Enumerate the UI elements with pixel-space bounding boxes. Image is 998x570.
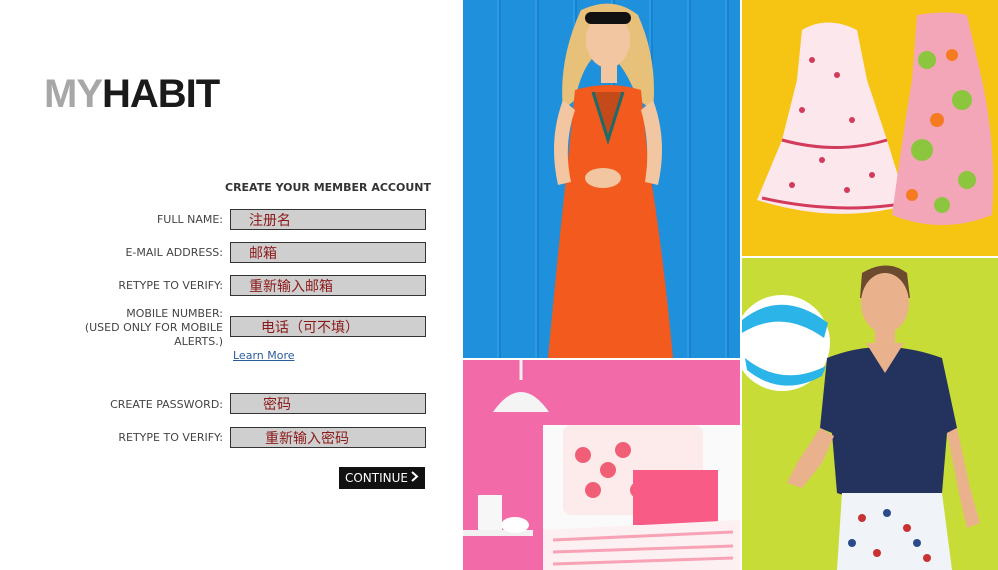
full-name-field[interactable] (230, 209, 426, 230)
create-password-field[interactable] (230, 393, 426, 414)
logo-name: HABIT (102, 72, 220, 116)
mobile-label: MOBILE NUMBER: (USED ONLY FOR MOBILE ALE… (85, 307, 223, 349)
retype-password-label: RETYPE TO VERIFY: (118, 431, 223, 444)
create-password-label: CREATE PASSWORD: (110, 398, 223, 411)
continue-label: CONTINUE (344, 471, 408, 485)
mobile-label-line-2: (USED ONLY FOR MOBILE (84, 321, 223, 334)
logo-prefix: MY (44, 72, 103, 116)
photo-divider-left (463, 358, 740, 360)
continue-button[interactable]: CONTINUE (339, 467, 425, 489)
retype-password-field[interactable] (230, 427, 426, 448)
mobile-label-line-1: MOBILE NUMBER: (126, 307, 223, 320)
mobile-label-line-3: ALERTS.) (174, 335, 223, 348)
woman-orange-dress-photo[interactable] (463, 0, 740, 358)
learn-more-link[interactable]: Learn More (233, 349, 295, 362)
email-label: E-MAIL ADDRESS: (125, 246, 223, 259)
retype-email-field[interactable] (230, 275, 426, 296)
form-title: CREATE YOUR MEMBER ACCOUNT (225, 181, 431, 194)
myhabit-logo[interactable]: MYHABIT (44, 72, 220, 116)
email-field[interactable] (230, 242, 426, 263)
full-name-label: FULL NAME: (156, 213, 223, 226)
pink-bedroom-photo[interactable] (463, 360, 740, 570)
chevron-right-icon (411, 471, 419, 485)
photo-divider-vertical (740, 0, 742, 570)
girls-dresses-photo[interactable] (742, 0, 998, 256)
retype-email-label: RETYPE TO VERIFY: (118, 279, 223, 292)
man-navy-tshirt-photo[interactable] (742, 258, 998, 570)
photo-divider-right (742, 256, 998, 258)
signup-panel: MYHABIT CREATE YOUR MEMBER ACCOUNT FULL … (0, 0, 463, 570)
mobile-number-field[interactable] (230, 316, 426, 337)
